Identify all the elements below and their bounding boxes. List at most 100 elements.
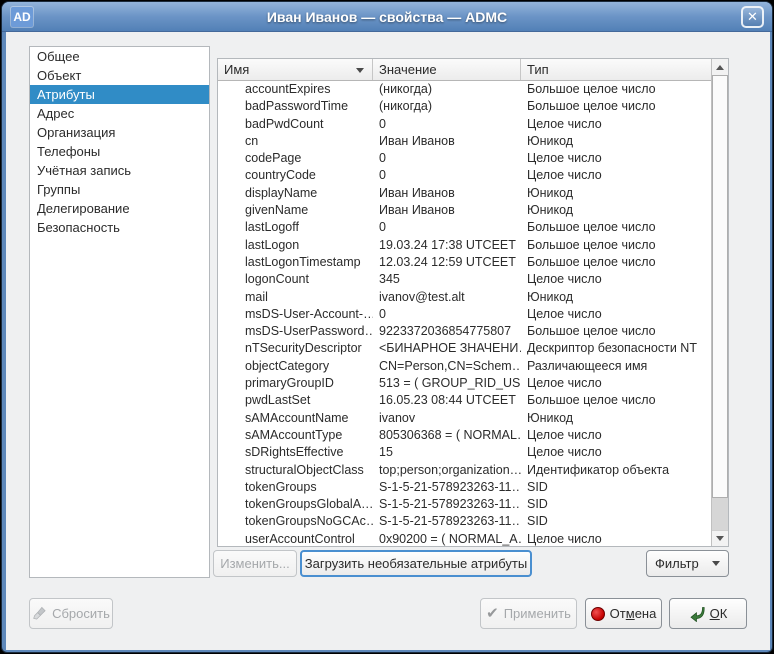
attribute-name: objectCategory — [218, 358, 373, 375]
sidebar-item[interactable]: Телефоны — [30, 142, 209, 161]
close-icon[interactable]: ✕ — [741, 6, 764, 28]
table-row[interactable]: countryCode 0 Целое число — [218, 167, 711, 184]
table-row[interactable]: sDRightsEffective 15 Целое число — [218, 444, 711, 461]
vertical-scrollbar[interactable] — [711, 59, 728, 546]
attribute-value: 0 — [373, 150, 521, 167]
attribute-name: badPasswordTime — [218, 98, 373, 115]
attribute-name: sAMAccountType — [218, 427, 373, 444]
attribute-type: Юникод — [521, 133, 711, 150]
attribute-value: 19.03.24 17:38 UTCEET — [373, 237, 521, 254]
attribute-type: Большое целое число — [521, 323, 711, 340]
table-row[interactable]: tokenGroups S-1-5-21-578923263-11… SID — [218, 479, 711, 496]
attribute-name: tokenGroupsNoGCAc… — [218, 513, 373, 530]
attribute-type: Юникод — [521, 185, 711, 202]
column-header-name[interactable]: Имя — [218, 59, 373, 80]
filter-dropdown-button[interactable]: Фильтр — [646, 550, 729, 577]
column-header-value[interactable]: Значение — [373, 59, 521, 80]
attribute-value: 0 — [373, 219, 521, 236]
scroll-up-icon[interactable] — [712, 59, 728, 75]
attribute-value: Иван Иванов — [373, 185, 521, 202]
table-row[interactable]: givenName Иван Иванов Юникод — [218, 202, 711, 219]
attribute-type: Юникод — [521, 410, 711, 427]
attribute-name: sDRightsEffective — [218, 444, 373, 461]
attribute-name: mail — [218, 289, 373, 306]
attribute-value: S-1-5-21-578923263-11… — [373, 479, 521, 496]
table-row[interactable]: sAMAccountName ivanov Юникод — [218, 410, 711, 427]
table-row[interactable]: sAMAccountType 805306368 = ( NORMAL… Цел… — [218, 427, 711, 444]
stop-icon — [591, 607, 605, 621]
table-row[interactable]: nTSecurityDescriptor <БИНАРНОЕ ЗНАЧЕНИ… … — [218, 340, 711, 357]
table-row[interactable]: tokenGroupsNoGCAc… S-1-5-21-578923263-11… — [218, 513, 711, 530]
cancel-label: Отмена — [610, 606, 657, 621]
table-row[interactable]: primaryGroupID 513 = ( GROUP_RID_US… Цел… — [218, 375, 711, 392]
sidebar-item[interactable]: Учётная запись — [30, 161, 209, 180]
attribute-name: sAMAccountName — [218, 410, 373, 427]
attribute-name: lastLogon — [218, 237, 373, 254]
attribute-type: Юникод — [521, 289, 711, 306]
table-row[interactable]: objectCategory CN=Person,CN=Schem… Разли… — [218, 358, 711, 375]
attribute-name: tokenGroups — [218, 479, 373, 496]
apply-button[interactable]: ✔ Применить — [480, 598, 577, 629]
reset-button[interactable]: Сбросить — [29, 598, 113, 629]
load-optional-attributes-button[interactable]: Загрузить необязательные атрибуты — [300, 550, 532, 577]
attribute-value: 0 — [373, 167, 521, 184]
table-row[interactable]: badPasswordTime (никогда) Большое целое … — [218, 98, 711, 115]
attribute-name: pwdLastSet — [218, 392, 373, 409]
reset-label: Сбросить — [52, 606, 110, 621]
attribute-type: Большое целое число — [521, 98, 711, 115]
sidebar-item[interactable]: Объект — [30, 66, 209, 85]
attribute-name: countryCode — [218, 167, 373, 184]
sidebar-item[interactable]: Делегирование — [30, 199, 209, 218]
column-header-name-label: Имя — [224, 62, 249, 77]
table-row[interactable]: accountExpires (никогда) Большое целое ч… — [218, 81, 711, 98]
table-row[interactable]: logonCount 345 Целое число — [218, 271, 711, 288]
ok-button[interactable]: ОК — [669, 598, 747, 629]
sidebar-item[interactable]: Общее — [30, 47, 209, 66]
edit-button[interactable]: Изменить... — [213, 550, 297, 577]
table-row[interactable]: codePage 0 Целое число — [218, 150, 711, 167]
attribute-type: Большое целое число — [521, 237, 711, 254]
attribute-name: tokenGroupsGlobalA… — [218, 496, 373, 513]
attribute-value: S-1-5-21-578923263-11… — [373, 496, 521, 513]
scroll-down-icon[interactable] — [712, 530, 728, 546]
table-row[interactable]: msDS-User-Account-… 0 Целое число — [218, 306, 711, 323]
table-row[interactable]: displayName Иван Иванов Юникод — [218, 185, 711, 202]
attribute-value: <БИНАРНОЕ ЗНАЧЕНИ… — [373, 340, 521, 357]
scrollbar-thumb[interactable] — [712, 75, 728, 498]
attribute-name: codePage — [218, 150, 373, 167]
sidebar-item[interactable]: Группы — [30, 180, 209, 199]
table-row[interactable]: msDS-UserPassword… 9223372036854775807 Б… — [218, 323, 711, 340]
attribute-value: Иван Иванов — [373, 202, 521, 219]
sidebar-item[interactable]: Атрибуты — [30, 85, 209, 104]
sidebar-item[interactable]: Безопасность — [30, 218, 209, 237]
check-icon: ✔ — [486, 606, 499, 621]
column-header-type[interactable]: Тип — [521, 59, 711, 80]
table-row[interactable]: structuralObjectClass top;person;organiz… — [218, 462, 711, 479]
attribute-value: ivanov — [373, 410, 521, 427]
scrollbar-track[interactable] — [712, 75, 728, 530]
table-row[interactable]: lastLogoff 0 Большое целое число — [218, 219, 711, 236]
table-row[interactable]: lastLogonTimestamp 12.03.24 12:59 UTCEET… — [218, 254, 711, 271]
table-row[interactable]: lastLogon 19.03.24 17:38 UTCEET Большое … — [218, 237, 711, 254]
table-row[interactable]: mail ivanov@test.alt Юникод — [218, 289, 711, 306]
table-row[interactable]: tokenGroupsGlobalA… S-1-5-21-578923263-1… — [218, 496, 711, 513]
ok-label: ОК — [710, 606, 728, 621]
properties-dialog-window: AD Иван Иванов — свойства — ADMC ✕ Общее… — [1, 1, 773, 653]
attribute-value: (никогда) — [373, 98, 521, 115]
attribute-name: lastLogonTimestamp — [218, 254, 373, 271]
attribute-rows: accountExpires (никогда) Большое целое ч… — [218, 81, 711, 546]
attribute-type: Различающееся имя — [521, 358, 711, 375]
sidebar-item[interactable]: Адрес — [30, 104, 209, 123]
apply-label: Применить — [504, 606, 571, 621]
table-row[interactable]: cn Иван Иванов Юникод — [218, 133, 711, 150]
table-row[interactable]: badPwdCount 0 Целое число — [218, 116, 711, 133]
cancel-button[interactable]: Отмена — [585, 598, 662, 629]
sidebar-item[interactable]: Организация — [30, 123, 209, 142]
attribute-name: logonCount — [218, 271, 373, 288]
table-row[interactable]: userAccountControl 0x90200 = ( NORMAL_A…… — [218, 531, 711, 546]
titlebar[interactable]: AD Иван Иванов — свойства — ADMC ✕ — [2, 2, 772, 32]
table-header: Имя Значение Тип — [218, 59, 711, 81]
attribute-type: Идентификатор объекта — [521, 462, 711, 479]
attribute-type: Целое число — [521, 427, 711, 444]
table-row[interactable]: pwdLastSet 16.05.23 08:44 UTCEET Большое… — [218, 392, 711, 409]
